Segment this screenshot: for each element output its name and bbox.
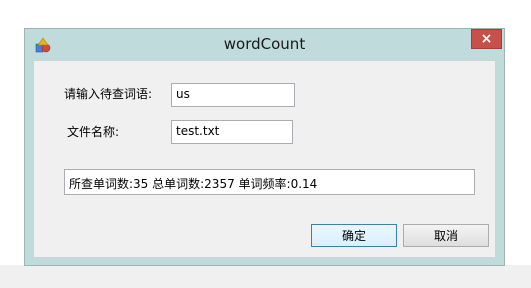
word-input-label: 请输入待查词语: bbox=[64, 87, 153, 101]
window-title: wordCount bbox=[223, 35, 306, 53]
dialog-client-area: 请输入待查词语: us 文件名称: test.txt 所查单词数:35 总单词数… bbox=[33, 60, 496, 258]
close-icon: × bbox=[480, 31, 493, 47]
desktop-strip bbox=[0, 265, 531, 288]
wordcount-window: wordCount × 请输入待查词语: us 文件名称: test.txt 所… bbox=[24, 28, 505, 266]
result-field[interactable]: 所查单词数:35 总单词数:2357 单词频率:0.14 bbox=[64, 169, 475, 195]
title-bar[interactable]: wordCount × bbox=[25, 29, 504, 59]
word-input[interactable]: us bbox=[171, 83, 295, 107]
cancel-button[interactable]: 取消 bbox=[403, 224, 489, 247]
file-name-input[interactable]: test.txt bbox=[171, 120, 293, 144]
file-name-label: 文件名称: bbox=[67, 125, 120, 139]
close-button[interactable]: × bbox=[471, 29, 502, 49]
ok-button[interactable]: 确定 bbox=[311, 224, 397, 247]
